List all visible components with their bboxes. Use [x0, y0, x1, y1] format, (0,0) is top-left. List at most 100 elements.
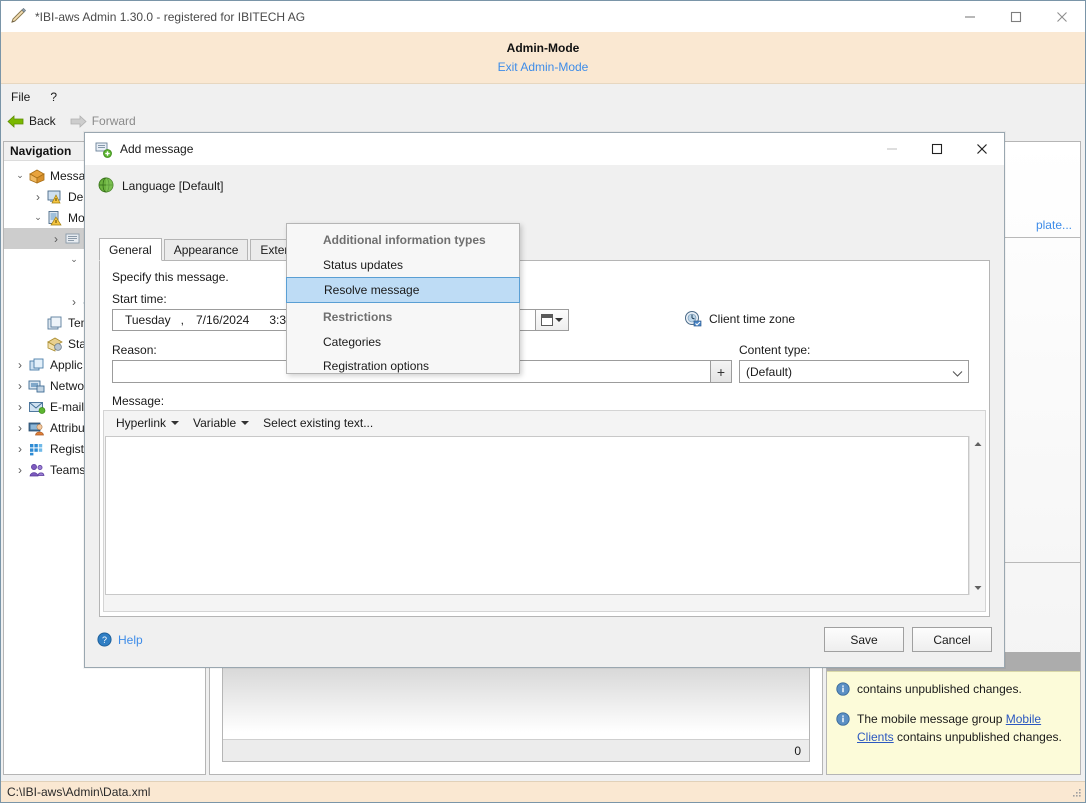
statusbar: C:\IBI-aws\Admin\Data.xml: [1, 781, 1085, 802]
language-label: Language [Default]: [122, 178, 224, 193]
chevron-right-icon[interactable]: ›: [12, 379, 28, 393]
notification-item: contains unpublished changes.: [836, 680, 1071, 701]
editor-variable-button[interactable]: Variable: [186, 414, 256, 432]
client-timezone-label: Client time zone: [709, 311, 796, 326]
sidebar-item-label: De: [68, 189, 84, 204]
message-box-icon: [28, 168, 46, 184]
back-button[interactable]: Back: [1, 113, 64, 129]
editor-hyperlink-button[interactable]: Hyperlink: [109, 414, 186, 432]
notification-item: The mobile message group Mobile Clients …: [836, 710, 1071, 746]
admin-mode-title: Admin-Mode: [506, 41, 580, 55]
message-grid[interactable]: 0: [222, 664, 810, 762]
menubar: File ?: [1, 85, 1085, 109]
close-button[interactable]: [1039, 1, 1085, 32]
sidebar-item-label: Teams: [50, 462, 86, 477]
chevron-down-icon: [952, 367, 963, 377]
general-tab-page: Specify this message. Start time: Tuesda…: [99, 260, 990, 617]
sidebar-item-label: Netwo: [50, 378, 85, 393]
exit-admin-mode-link[interactable]: Exit Admin-Mode: [498, 60, 589, 74]
additional-types-popup-menu: Additional information types Status updat…: [286, 223, 520, 374]
pencil-icon: [10, 7, 27, 25]
notification-list: contains unpublished changes. The mobile …: [827, 671, 1080, 774]
chevron-down-icon[interactable]: ⌄: [66, 254, 82, 265]
editor-select-existing-text-button[interactable]: Select existing text...: [256, 414, 380, 432]
popup-item-resolve-message[interactable]: Resolve message: [286, 277, 520, 303]
start-time-label: Start time:: [112, 292, 167, 306]
help-link[interactable]: Help: [118, 633, 143, 647]
cancel-button[interactable]: Cancel: [912, 627, 992, 652]
dialog-titlebar: Add message: [85, 133, 1004, 166]
scroll-up-icon[interactable]: [970, 436, 985, 451]
chevron-right-icon[interactable]: ›: [66, 295, 82, 309]
resize-grip-icon[interactable]: [1070, 787, 1082, 799]
sidebar-item-label: Attribu: [50, 420, 85, 435]
message-editor-canvas[interactable]: [105, 436, 969, 595]
chevron-right-icon[interactable]: ›: [48, 232, 64, 246]
minimize-button[interactable]: [947, 1, 993, 32]
forward-label: Forward: [91, 114, 136, 128]
forward-button[interactable]: Forward: [64, 113, 144, 129]
popup-item-registration-options[interactable]: Registration options: [287, 354, 519, 378]
editor-vertical-scrollbar[interactable]: [969, 436, 984, 595]
network-icon: [28, 378, 46, 394]
chevron-right-icon[interactable]: ›: [12, 442, 28, 456]
editor-horizontal-scrollbar[interactable]: [105, 595, 969, 610]
dialog-maximize-button[interactable]: [914, 133, 959, 165]
grid-row-count: 0: [794, 743, 801, 758]
help-row[interactable]: ? Help: [97, 632, 143, 647]
application-window: *IBI-aws Admin 1.30.0 - registered for I…: [0, 0, 1086, 803]
popup-item-status-updates[interactable]: Status updates: [287, 253, 519, 277]
back-label: Back: [29, 114, 56, 128]
content-type-label: Content type:: [739, 343, 811, 357]
teams-icon: [28, 462, 46, 478]
svg-text:?: ?: [102, 635, 107, 645]
chevron-right-icon[interactable]: ›: [12, 421, 28, 435]
message-label: Message:: [112, 394, 165, 408]
scroll-down-icon[interactable]: [970, 580, 985, 595]
dialog-body: Language [Default] GeneralAppearanceExte…: [85, 166, 1004, 667]
chevron-down-icon[interactable]: ⌄: [12, 170, 28, 181]
help-icon: ?: [97, 632, 112, 647]
chevron-right-icon[interactable]: ›: [12, 463, 28, 477]
client-timezone-option[interactable]: Client time zone: [684, 310, 795, 327]
window-title: *IBI-aws Admin 1.30.0 - registered for I…: [35, 9, 306, 24]
arrow-right-icon: [70, 114, 87, 128]
chevron-right-icon[interactable]: ›: [12, 358, 28, 372]
tab-appearance[interactable]: Appearance: [163, 239, 249, 260]
caret-down-icon: [171, 421, 180, 425]
save-button[interactable]: Save: [824, 627, 904, 652]
notification-text: The mobile message group Mobile Clients …: [857, 712, 1062, 744]
templates-icon: [46, 315, 64, 331]
reason-add-button[interactable]: +: [710, 360, 732, 383]
editor-button-label: Select existing text...: [263, 416, 374, 430]
editor-toolbar: Hyperlink Variable Select existing text...: [104, 411, 985, 435]
notification-text: contains unpublished changes.: [857, 682, 1022, 696]
dialog-close-button[interactable]: [959, 133, 1004, 165]
chevron-right-icon[interactable]: ›: [12, 400, 28, 414]
content-type-value: (Default): [746, 364, 793, 379]
dialog-tabs: GeneralAppearanceExtended+: [99, 238, 990, 261]
menu-item-help[interactable]: ?: [40, 87, 67, 107]
dialog-title: Add message: [120, 142, 194, 156]
chevron-down-icon[interactable]: ⌄: [30, 212, 46, 223]
desktop-warning-icon: [46, 189, 64, 205]
menu-item-file[interactable]: File: [1, 87, 40, 107]
globe-icon: [98, 177, 115, 194]
sidebar-item-label: E-mail: [50, 399, 85, 414]
calendar-dropdown-icon[interactable]: [536, 309, 569, 331]
maximize-button[interactable]: [993, 1, 1039, 32]
tab-general[interactable]: General: [99, 238, 162, 261]
mobile-warning-icon: [46, 210, 64, 226]
add-message-dialog: Add message Language [Default] General A…: [84, 132, 1005, 668]
popup-item-categories[interactable]: Categories: [287, 330, 519, 354]
static-gear-icon: [46, 336, 64, 352]
add-message-icon: [95, 141, 112, 158]
content-type-select[interactable]: (Default): [739, 360, 969, 383]
statusbar-path: C:\IBI-aws\Admin\Data.xml: [7, 785, 151, 799]
notification-link[interactable]: Mobile Clients: [857, 712, 1041, 744]
popup-section-header: Restrictions: [323, 310, 393, 324]
template-link[interactable]: plate...: [1036, 218, 1072, 232]
start-time-date: 7/16/2024: [195, 313, 250, 327]
chevron-right-icon[interactable]: ›: [30, 190, 46, 204]
language-row[interactable]: Language [Default]: [85, 166, 1004, 194]
